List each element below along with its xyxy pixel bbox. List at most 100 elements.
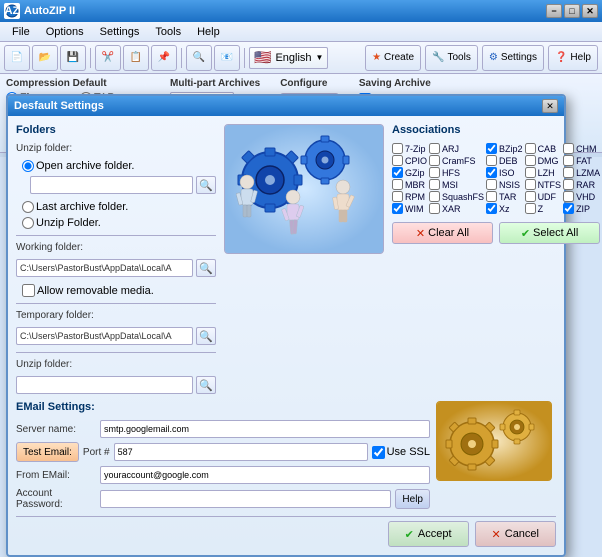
create-button[interactable]: ★ Create bbox=[365, 45, 421, 71]
assoc-check-vhd[interactable] bbox=[563, 191, 574, 202]
email-help-button[interactable]: Help bbox=[395, 489, 430, 509]
assoc-check-msi[interactable] bbox=[429, 179, 440, 190]
assoc-check-nsis[interactable] bbox=[486, 179, 497, 190]
from-email-input[interactable] bbox=[100, 466, 430, 484]
working-browse[interactable]: 🔍 bbox=[196, 259, 216, 277]
assoc-check-gzip[interactable] bbox=[392, 167, 403, 178]
assoc-check-squashfs[interactable] bbox=[429, 191, 440, 202]
tools-button[interactable]: 🔧 Tools bbox=[425, 45, 478, 71]
assoc-check-tar[interactable] bbox=[486, 191, 497, 202]
assoc-check-deb[interactable] bbox=[486, 155, 497, 166]
unzip-bottom-input[interactable] bbox=[16, 376, 193, 394]
assoc-item: UDF bbox=[525, 191, 562, 202]
assoc-item: ARJ bbox=[429, 143, 484, 154]
radio-last-archive[interactable] bbox=[22, 201, 34, 213]
gold-gear-image bbox=[436, 401, 552, 481]
new-button[interactable]: 📄 bbox=[4, 45, 30, 71]
port-input[interactable] bbox=[114, 443, 368, 461]
assoc-item: BZip2 bbox=[486, 143, 523, 154]
radio-open-archive[interactable] bbox=[22, 160, 34, 172]
temp-browse[interactable]: 🔍 bbox=[196, 327, 216, 345]
check-allow-removable[interactable] bbox=[22, 284, 35, 297]
language-selector[interactable]: 🇺🇸 English ▼ bbox=[249, 47, 328, 69]
assoc-label-cramfs: CramFS bbox=[442, 156, 476, 166]
assoc-label-msi: MSI bbox=[442, 180, 458, 190]
assoc-check-iso[interactable] bbox=[486, 167, 497, 178]
password-input[interactable] bbox=[100, 490, 391, 508]
assoc-check-chm[interactable] bbox=[563, 143, 574, 154]
app-title: AutoZIP II bbox=[24, 5, 75, 17]
assoc-check-lzma[interactable] bbox=[563, 167, 574, 178]
paste-button[interactable]: 📌 bbox=[151, 45, 177, 71]
open-archive-browse[interactable]: 🔍 bbox=[196, 176, 216, 194]
assoc-item: RAR bbox=[563, 179, 600, 190]
temp-path-input[interactable] bbox=[16, 327, 193, 345]
dialog-close-button[interactable]: ✕ bbox=[542, 99, 558, 113]
server-name-input[interactable] bbox=[100, 420, 430, 438]
help-button[interactable]: ❓ Help bbox=[548, 45, 598, 71]
toolbar: 📄 📂 💾 ✂️ 📋 📌 🔍 📧 🇺🇸 English ▼ ★ Create 🔧… bbox=[0, 42, 602, 74]
menu-file[interactable]: File bbox=[4, 24, 38, 40]
assoc-check-udf[interactable] bbox=[525, 191, 536, 202]
working-path-input[interactable] bbox=[16, 259, 193, 277]
assoc-check-cpio[interactable] bbox=[392, 155, 403, 166]
assoc-label-rar: RAR bbox=[576, 180, 595, 190]
minimize-button[interactable]: − bbox=[546, 4, 562, 18]
assoc-label-chm: CHM bbox=[576, 144, 597, 154]
assoc-check-cab[interactable] bbox=[525, 143, 536, 154]
select-all-button[interactable]: ✔ Select All bbox=[499, 222, 600, 244]
assoc-item: GZip bbox=[392, 167, 427, 178]
gold-gear-section bbox=[436, 401, 556, 510]
settings-button[interactable]: ⚙ Settings bbox=[482, 45, 544, 71]
assoc-check-mbr[interactable] bbox=[392, 179, 403, 190]
cut-button[interactable]: ✂️ bbox=[95, 45, 121, 71]
dialog-buttons: ✔ Accept ✕ Cancel bbox=[16, 516, 556, 547]
copy-button[interactable]: 📋 bbox=[123, 45, 149, 71]
title-bar: AZ AutoZIP II − □ ✕ bbox=[0, 0, 602, 22]
radio-unzip-folder[interactable] bbox=[22, 217, 34, 229]
assoc-check-wim[interactable] bbox=[392, 203, 403, 214]
assoc-item: NTFS bbox=[525, 179, 562, 190]
menu-options[interactable]: Options bbox=[38, 24, 92, 40]
assoc-check-dmg[interactable] bbox=[525, 155, 536, 166]
assoc-item: RPM bbox=[392, 191, 427, 202]
assoc-check-xz[interactable] bbox=[486, 203, 497, 214]
assoc-check-7-zip[interactable] bbox=[392, 143, 403, 154]
assoc-check-rpm[interactable] bbox=[392, 191, 403, 202]
assoc-check-z[interactable] bbox=[525, 203, 536, 214]
menu-help[interactable]: Help bbox=[189, 24, 228, 40]
assoc-label-7-zip: 7-Zip bbox=[405, 144, 426, 154]
clear-all-button[interactable]: ✕ Clear All bbox=[392, 222, 493, 244]
assoc-check-xar[interactable] bbox=[429, 203, 440, 214]
assoc-check-arj[interactable] bbox=[429, 143, 440, 154]
test-email-button[interactable]: Test Email: bbox=[16, 442, 79, 462]
label-unzip-folder: Unzip Folder. bbox=[36, 217, 101, 229]
assoc-check-zip[interactable] bbox=[563, 203, 574, 214]
save-button[interactable]: 💾 bbox=[60, 45, 86, 71]
assoc-check-hfs[interactable] bbox=[429, 167, 440, 178]
unzip-bottom-browse[interactable]: 🔍 bbox=[196, 376, 216, 394]
create-label: Create bbox=[384, 52, 414, 63]
assoc-label-gzip: GZip bbox=[405, 168, 425, 178]
cancel-button[interactable]: ✕ Cancel bbox=[475, 521, 556, 547]
assoc-check-bzip2[interactable] bbox=[486, 143, 497, 154]
close-button[interactable]: ✕ bbox=[582, 4, 598, 18]
ssl-checkbox[interactable] bbox=[372, 446, 385, 459]
email-button[interactable]: 📧 bbox=[214, 45, 240, 71]
assoc-item: SquashFS bbox=[429, 191, 484, 202]
assoc-check-lzh[interactable] bbox=[525, 167, 536, 178]
menu-settings[interactable]: Settings bbox=[92, 24, 148, 40]
unzip-bottom-label: Unzip folder: bbox=[16, 359, 216, 370]
assoc-check-cramfs[interactable] bbox=[429, 155, 440, 166]
maximize-button[interactable]: □ bbox=[564, 4, 580, 18]
assoc-item: TAR bbox=[486, 191, 523, 202]
search-button[interactable]: 🔍 bbox=[186, 45, 212, 71]
accept-button[interactable]: ✔ Accept bbox=[388, 521, 469, 547]
assoc-item: NSIS bbox=[486, 179, 523, 190]
open-button[interactable]: 📂 bbox=[32, 45, 58, 71]
menu-tools[interactable]: Tools bbox=[147, 24, 189, 40]
assoc-check-fat[interactable] bbox=[563, 155, 574, 166]
assoc-check-rar[interactable] bbox=[563, 179, 574, 190]
assoc-check-ntfs[interactable] bbox=[525, 179, 536, 190]
open-archive-input[interactable] bbox=[30, 176, 193, 194]
